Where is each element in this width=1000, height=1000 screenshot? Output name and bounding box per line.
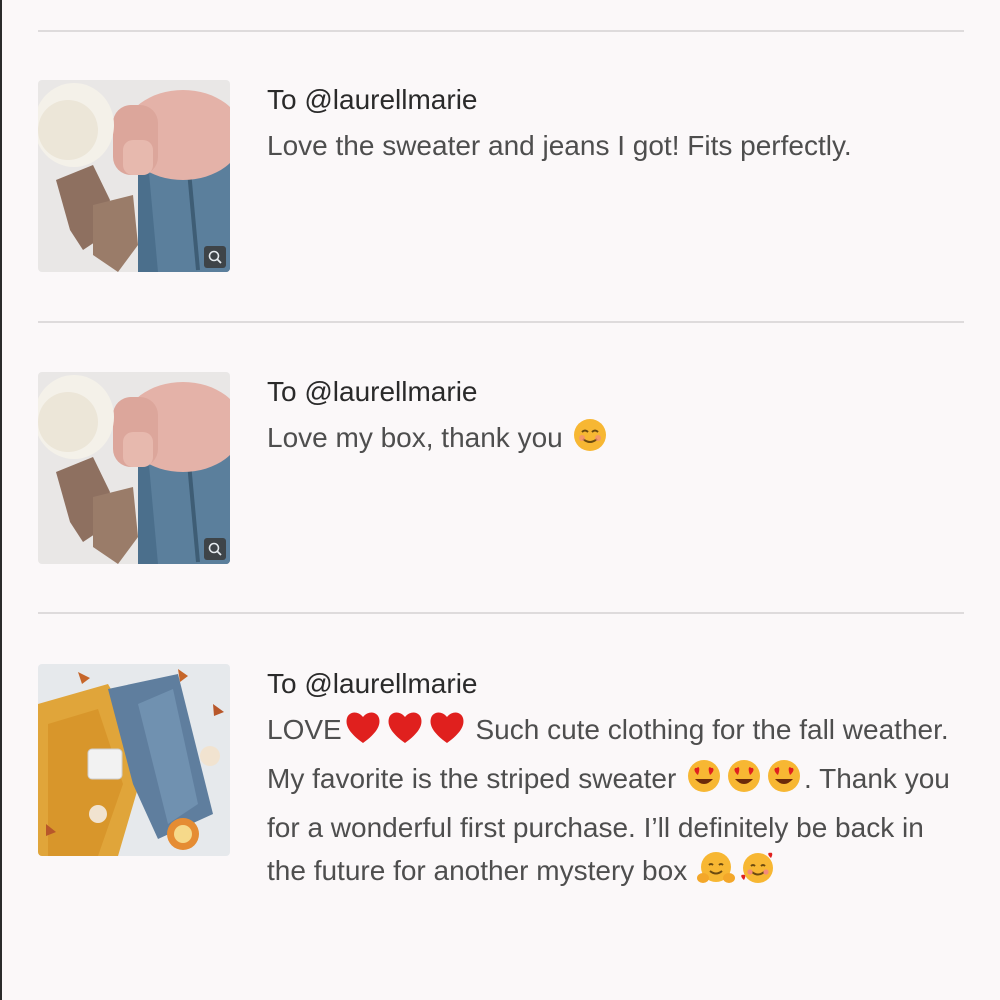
sweater-jeans-boots-image	[38, 372, 230, 564]
review-photo[interactable]	[38, 80, 230, 272]
zoom-icon[interactable]	[204, 538, 226, 560]
divider	[38, 30, 964, 32]
red-heart-icon	[343, 709, 383, 757]
review-message-text: Love my box, thank you	[267, 422, 563, 453]
window-edge	[0, 0, 2, 1000]
review-recipient[interactable]: To @laurellmarie	[267, 82, 967, 118]
review-recipient[interactable]: To @laurellmarie	[267, 374, 967, 410]
smiling-hearts-emoji-icon	[738, 850, 778, 898]
review-message-text: LOVE	[267, 714, 342, 745]
heart-eyes-emoji-icon	[725, 758, 763, 806]
review-photo[interactable]	[38, 372, 230, 564]
review-message: LOVE Such cute clothing for the fall wea…	[267, 708, 967, 898]
divider	[38, 321, 964, 323]
hugging-face-emoji-icon	[696, 850, 736, 898]
review-message: Love my box, thank you	[267, 416, 967, 465]
heart-eyes-emoji-icon	[685, 758, 723, 806]
review-photo[interactable]	[38, 664, 230, 856]
divider	[38, 612, 964, 614]
sweater-jeans-boots-image	[38, 80, 230, 272]
fall-sweater-jeans-image	[38, 664, 230, 856]
red-heart-icon	[385, 709, 425, 757]
smiling-blush-emoji-icon	[572, 417, 608, 465]
review-recipient[interactable]: To @laurellmarie	[267, 666, 967, 702]
red-heart-icon	[427, 709, 467, 757]
heart-eyes-emoji-icon	[765, 758, 803, 806]
review-message: Love the sweater and jeans I got! Fits p…	[267, 130, 852, 161]
zoom-icon[interactable]	[204, 246, 226, 268]
